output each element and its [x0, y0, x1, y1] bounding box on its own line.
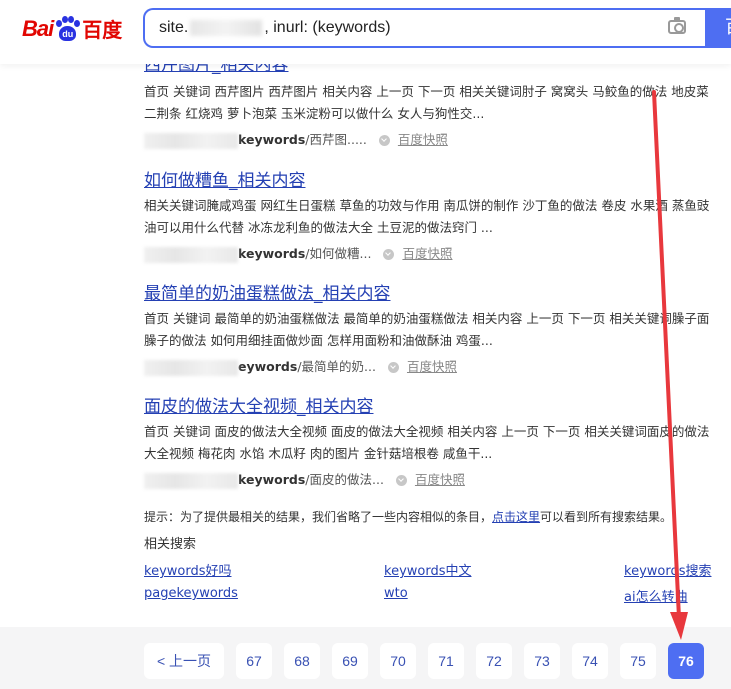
result-abstract: 首页 关键词 最简单的奶油蛋糕做法 最简单的奶油蛋糕做法 相关内容 上一页 下一… — [144, 311, 710, 348]
page-button[interactable]: 74 — [572, 643, 608, 679]
search-button[interactable]: 百 — [705, 8, 731, 48]
omitted-results-tip: 提示：为了提供最相关的结果，我们省略了一些内容相似的条目，点击这里可以看到所有搜… — [144, 510, 673, 524]
result-abstract: 相关关键词腌咸鸡蛋 网红生日蛋糕 草鱼的功效与作用 南瓜饼的制作 沙丁鱼的做法 … — [144, 198, 710, 235]
result-abstract: 首页 关键词 西芹图片 西芹图片 相关内容 上一页 下一页 相关关键词肘子 窝窝… — [144, 84, 709, 121]
page-button[interactable]: 67 — [236, 643, 272, 679]
page-button[interactable]: 71 — [428, 643, 464, 679]
current-page-button[interactable]: 76 — [668, 643, 704, 679]
redacted-domain — [190, 19, 263, 36]
related-link[interactable]: pagekeywords — [144, 586, 238, 601]
redacted-url — [144, 132, 238, 149]
search-query: site., inurl: (keywords) — [159, 19, 391, 36]
search-result: 如何做糟鱼_相关内容 相关关键词腌咸鸡蛋 网红生日蛋糕 草鱼的功效与作用 南瓜饼… — [144, 166, 714, 263]
related-link[interactable]: wto — [384, 586, 408, 601]
redacted-url — [144, 472, 238, 489]
result-url[interactable]: keywords/西芹图..... 百度快照 — [144, 129, 714, 149]
prev-page-button[interactable]: < 上一页 — [144, 643, 224, 679]
logo-latin-text: Bai — [22, 15, 54, 41]
related-link[interactable]: keywords中文 — [384, 560, 471, 579]
show-all-results-link[interactable]: 点击这里 — [492, 510, 540, 524]
result-title[interactable]: 最简单的奶油蛋糕做法_相关内容 — [144, 279, 714, 304]
result-url[interactable]: keywords/如何做糟... 百度快照 — [144, 243, 714, 263]
result-title[interactable]: 如何做糟鱼_相关内容 — [144, 166, 714, 191]
camera-icon[interactable] — [668, 17, 686, 34]
result-title[interactable]: 面皮的做法大全视频_相关内容 — [144, 392, 714, 417]
redacted-url — [144, 246, 238, 263]
search-header: Bai du 百度 site., inurl: (keywords) 百 — [0, 0, 731, 64]
logo-cn-text: 百度 — [82, 18, 123, 42]
related-link[interactable]: keywords好吗 — [144, 560, 231, 579]
chevron-down-icon[interactable] — [395, 475, 407, 486]
page-button[interactable]: 68 — [284, 643, 320, 679]
related-link[interactable]: keywords搜索 — [624, 560, 711, 579]
search-result: 面皮的做法大全视频_相关内容 首页 关键词 面皮的做法大全视频 面皮的做法大全视… — [144, 392, 714, 489]
result-abstract: 首页 关键词 面皮的做法大全视频 面皮的做法大全视频 相关内容 上一页 下一页 … — [144, 424, 710, 461]
search-result: 西芹图片_相关内容 首页 关键词 西芹图片 西芹图片 相关内容 上一页 下一页 … — [144, 50, 714, 149]
page-button[interactable]: 73 — [524, 643, 560, 679]
snapshot-link[interactable]: 百度快照 — [402, 246, 452, 261]
paw-icon: du — [54, 15, 81, 42]
chevron-down-icon[interactable] — [387, 362, 399, 373]
redacted-url — [144, 359, 238, 376]
related-link[interactable]: ai怎么转曲 — [624, 586, 688, 605]
page-button[interactable]: 75 — [620, 643, 656, 679]
result-url[interactable]: eywords/最简单的奶... 百度快照 — [144, 356, 714, 376]
snapshot-link[interactable]: 百度快照 — [407, 359, 457, 374]
chevron-down-icon[interactable] — [383, 249, 395, 260]
page-button[interactable]: 72 — [476, 643, 512, 679]
chevron-down-icon[interactable] — [378, 135, 390, 146]
baidu-logo[interactable]: Bai du 百度 — [22, 14, 122, 43]
snapshot-link[interactable]: 百度快照 — [415, 472, 465, 487]
search-input[interactable]: site., inurl: (keywords) — [143, 8, 705, 48]
page-button[interactable]: 69 — [332, 643, 368, 679]
search-result: 最简单的奶油蛋糕做法_相关内容 首页 关键词 最简单的奶油蛋糕做法 最简单的奶油… — [144, 279, 714, 376]
result-url[interactable]: keywords/面皮的做法... 百度快照 — [144, 469, 714, 489]
page-button[interactable]: 70 — [380, 643, 416, 679]
related-searches-title: 相关搜索 — [144, 537, 197, 552]
snapshot-link[interactable]: 百度快照 — [398, 132, 448, 147]
